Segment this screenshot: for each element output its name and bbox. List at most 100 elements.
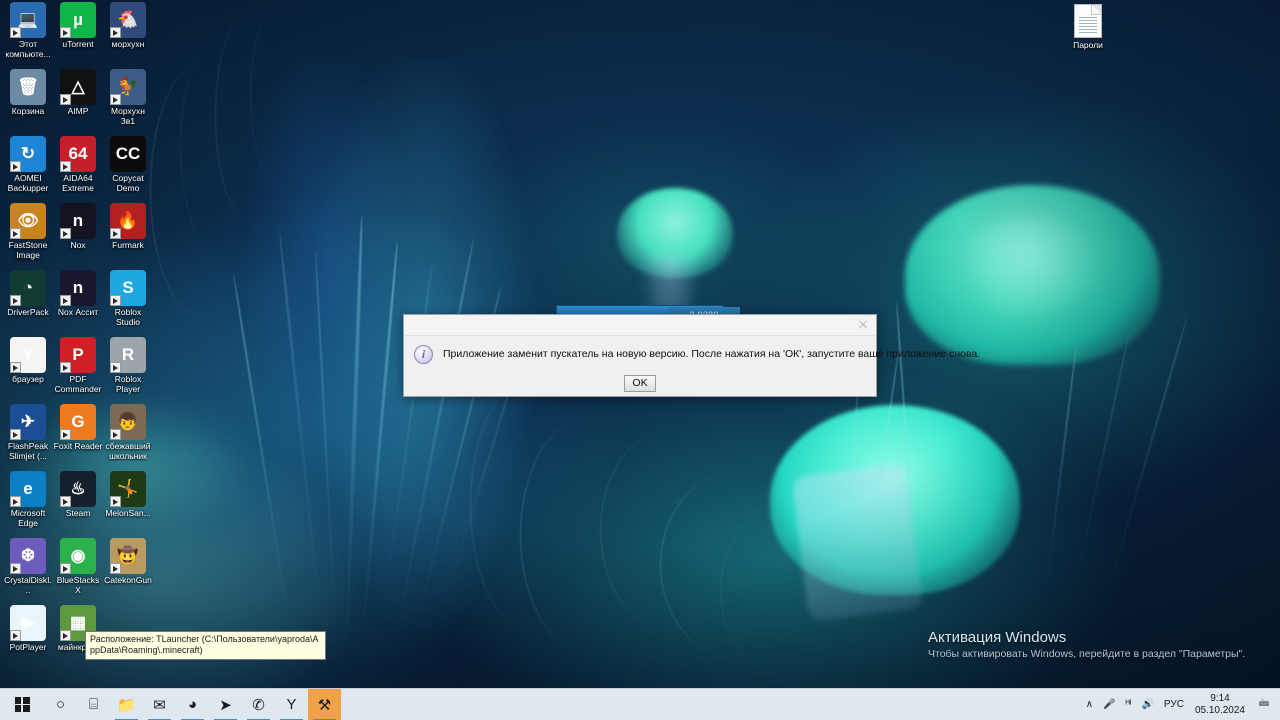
yandex-browser-task[interactable]: Y xyxy=(275,689,308,720)
desktop-icon-nox-assistant[interactable]: n Nox Ассит xyxy=(53,270,103,318)
shortcut-arrow-icon xyxy=(60,429,71,440)
desktop-icon-faststone-image-viewer[interactable]: 👁FastStone Image Viewer xyxy=(3,203,53,261)
copycat-demo-glyph: CC xyxy=(110,136,146,172)
shortcut-arrow-icon xyxy=(10,27,21,38)
shortcut-arrow-icon xyxy=(60,228,71,239)
ok-button[interactable]: OK xyxy=(624,375,656,392)
taskbar-app-buttons[interactable]: ○ ⌸ 📁 ✉ ◕ ➤ ✆ Y ⚒ xyxy=(0,688,341,720)
crystaldiskinfo-icon: ❆ xyxy=(10,538,46,574)
yandex-browser-icon: Y xyxy=(10,337,46,373)
system-tray[interactable]: ∧ 🎤 ᴴᴵ 🔊 РУС 9:14 05.10.2024 🖮 xyxy=(1081,689,1280,720)
flashpeak-slimjet-icon: ✈ xyxy=(10,404,46,440)
moorhuhn-3in1-icon: 🐓 xyxy=(110,69,146,105)
desktop-icon-this-pc[interactable]: 💻 Этот компьюте... xyxy=(3,2,53,59)
desktop-icon-crystaldiskinfo[interactable]: ❆ CrystalDiskI... xyxy=(3,538,53,595)
dialog-message-text: Приложение заменит пускатель на новую ве… xyxy=(443,348,981,360)
mail-app-icon: ✉ xyxy=(153,696,166,714)
telegram-app-icon: ➤ xyxy=(219,696,232,714)
desktop-icon-roblox-studio[interactable]: S Roblox Studio xyxy=(103,270,153,327)
roblox-studio-icon: S xyxy=(110,270,146,306)
language-indicator[interactable]: РУС xyxy=(1159,689,1189,720)
show-hidden-icons[interactable]: ∧ xyxy=(1081,689,1098,720)
wallpaper-tentacle xyxy=(1103,315,1189,605)
wallpaper-jellyfish-middle xyxy=(617,188,733,278)
whatsapp-app[interactable]: ✆ xyxy=(242,689,275,720)
shortcut-arrow-icon xyxy=(110,27,121,38)
task-view-button-icon: ⌸ xyxy=(88,696,98,713)
desktop-icon-catekongun[interactable]: 🤠 CatekonGun xyxy=(103,538,153,586)
shortcut-arrow-icon xyxy=(110,429,121,440)
opera-browser[interactable]: ◕ xyxy=(176,689,209,720)
desktop-icon-aomei-backupper[interactable]: ↻ AOMEI Backupper xyxy=(3,136,53,193)
network-icon[interactable]: ᴴᴵ xyxy=(1120,689,1136,720)
shortcut-arrow-icon xyxy=(10,228,21,239)
desktop-icon-label: Nox Ассит xyxy=(57,308,99,317)
wallpaper-wisp xyxy=(720,500,870,680)
desktop-icon-label: DriverPack xyxy=(7,308,49,317)
desktop-icon-utorrent[interactable]: µ uTorrent xyxy=(53,2,103,50)
desktop-icon-furmark[interactable]: 🔥 Furmark xyxy=(103,203,153,251)
shortcut-arrow-icon xyxy=(60,161,71,172)
desktop-icon-label: сбежавший школьник xyxy=(105,442,151,461)
desktop-icon-pdf-commander[interactable]: P PDF Commander xyxy=(53,337,103,394)
task-view-button[interactable]: ⌸ xyxy=(77,689,110,720)
desktop-icon-nox[interactable]: n Nox xyxy=(53,203,103,251)
wallpaper-tentacle xyxy=(344,215,364,665)
wallpaper-jellyfish-right xyxy=(905,185,1160,365)
desktop-icon-microsoft-edge[interactable]: e Microsoft Edge xyxy=(3,471,53,528)
volume-icon[interactable]: 🔊 xyxy=(1136,689,1158,720)
wallpaper-tentacle xyxy=(232,272,294,648)
desktop-icon-moorhuhn[interactable]: 🐔 морхухн xyxy=(103,2,153,50)
catekongun-icon: 🤠 xyxy=(110,538,146,574)
file-explorer[interactable]: 📁 xyxy=(110,689,143,720)
yandex-browser-task-icon: Y xyxy=(286,696,297,713)
clock-time: 9:14 xyxy=(1210,693,1230,704)
desktop-icon-driverpack[interactable]: ◔ DriverPack xyxy=(3,270,53,318)
recycle-bin-glyph: 🗑 xyxy=(10,69,46,105)
desktop[interactable]: 💻 Этот компьюте... µ uTorrent 🐔 морхухн 🗑 Корзи… xyxy=(0,0,1280,720)
search-button[interactable]: ○ xyxy=(44,689,77,720)
desktop-icon-label: Steam xyxy=(65,509,91,518)
moorhuhn-icon: 🐔 xyxy=(110,2,146,38)
copycat-demo-icon: CC xyxy=(110,136,146,172)
desktop-icon-foxit-reader[interactable]: G Foxit Reader xyxy=(53,404,103,452)
shortcut-arrow-icon xyxy=(10,362,21,373)
taskbar[interactable]: ○ ⌸ 📁 ✉ ◕ ➤ ✆ Y ⚒ ∧ 🎤 ᴴᴵ 🔊 РУС 9:14 05.10.2024 🖮 xyxy=(0,688,1280,720)
mail-app[interactable]: ✉ xyxy=(143,689,176,720)
tray-icon-group[interactable]: ∧ 🎤 ᴴᴵ 🔊 РУС xyxy=(1081,689,1189,720)
desktop-icon-label: Copycat Demo xyxy=(112,174,144,193)
desktop-icon-passwords[interactable]: Пароли xyxy=(1063,2,1113,51)
update-launcher-dialog[interactable]: Приложение заменит пускатель на новую ве… xyxy=(403,314,980,397)
tlauncher-task[interactable]: ⚒ xyxy=(308,688,341,720)
desktop-icon-roblox-player[interactable]: R Roblox Player xyxy=(103,337,153,394)
desktop-icon-copycat-demo[interactable]: CC Copycat Demo xyxy=(103,136,153,193)
shortcut-arrow-icon xyxy=(110,295,121,306)
start-button[interactable] xyxy=(0,689,44,720)
action-center-icon[interactable]: 🖮 xyxy=(1253,689,1278,720)
telegram-app[interactable]: ➤ xyxy=(209,689,242,720)
desktop-icon-label: BlueStacks X xyxy=(56,576,100,595)
desktop-icon-recycle-bin[interactable]: 🗑 Корзина xyxy=(3,69,53,117)
desktop-icon-sbezhavshiy-shkolnik[interactable]: 👦 сбежавший школьник xyxy=(103,404,153,461)
wallpaper-tentacle xyxy=(895,300,919,600)
desktop-icon-bluestacks-x[interactable]: ◉ BlueStacks X xyxy=(53,538,103,595)
desktop-icon-label: FastStone Image Viewer xyxy=(8,241,48,261)
microphone-icon[interactable]: 🎤 xyxy=(1098,689,1120,720)
desktop-icon-aimp[interactable]: △ AIMP xyxy=(53,69,103,117)
desktop-icon-aida64-extreme[interactable]: 64 AIDA64 Extreme xyxy=(53,136,103,193)
desktop-icon-tooltip: Расположение: TLauncher (C:\Пользователи… xyxy=(85,631,326,660)
shortcut-arrow-icon xyxy=(110,228,121,239)
desktop-icon-moorhuhn-3in1[interactable]: 🐓 Морхухн 3в1 xyxy=(103,69,153,126)
desktop-icon-flashpeak-slimjet[interactable]: ✈ FlashPeak Slimjet (... xyxy=(3,404,53,461)
dialog-message-row: Приложение заменит пускатель на новую ве… xyxy=(404,345,980,364)
desktop-icon-melon-sandbox[interactable]: 🤸 MelonSan... xyxy=(103,471,153,519)
desktop-icon-label: морхухн xyxy=(111,40,145,49)
clock[interactable]: 9:14 05.10.2024 xyxy=(1189,689,1253,720)
desktop-icon-yandex-browser[interactable]: Yбраузер xyxy=(3,337,53,385)
desktop-icon-potplayer[interactable]: ▶ PotPlayer xyxy=(3,605,53,653)
shortcut-arrow-icon xyxy=(60,496,71,507)
utorrent-icon: µ xyxy=(60,2,96,38)
nox-assistant-icon: n xyxy=(60,270,96,306)
close-icon[interactable] xyxy=(855,317,871,333)
desktop-icon-steam[interactable]: ♨ Steam xyxy=(53,471,103,519)
